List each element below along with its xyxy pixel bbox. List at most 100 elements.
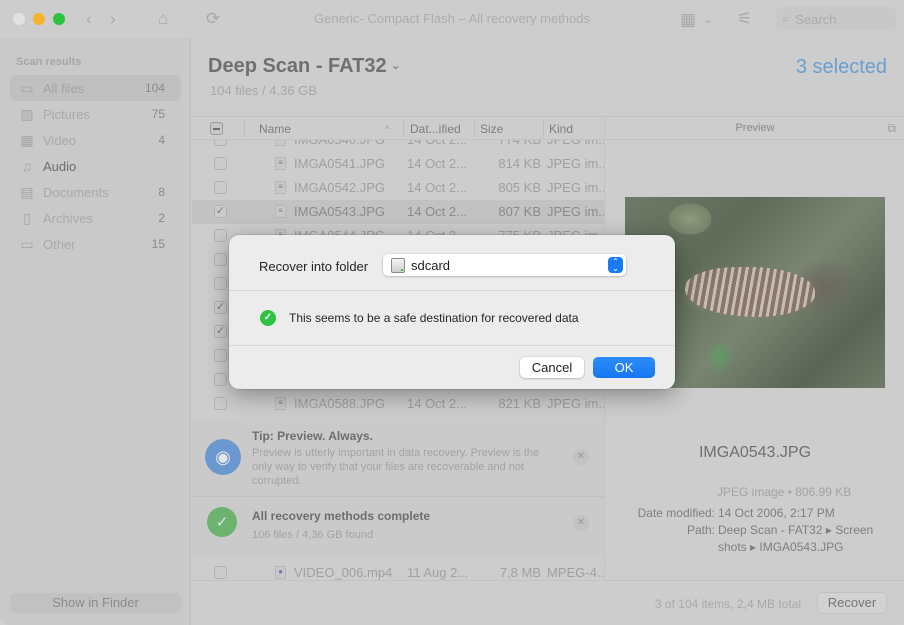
table-row[interactable]: ≡ IMGA0588.JPG 14 Oct 2... 821 KB JPEG im... [192,392,604,416]
column-divider[interactable] [543,121,544,137]
row-checkbox[interactable] [214,253,227,266]
file-date: 14 Oct 2... [407,156,467,171]
app-window: ‹ › ⌂ ⟳ Generic- Compact Flash – All rec… [0,0,904,625]
show-in-finder-button[interactable]: Show in Finder [10,593,181,613]
file-name: VIDEO_006.mp4 [294,565,393,580]
path-label: Path: [686,523,715,537]
row-checkbox[interactable] [214,349,227,362]
date-modified-label: Date modified: [637,506,715,520]
column-date-modified[interactable]: Dat...ified [410,122,461,136]
row-checkbox[interactable]: ✓ [214,301,227,314]
search-field[interactable]: ⌕ Search [776,7,896,31]
scan-title-dropdown[interactable]: Deep Scan - FAT32 ⌄ [208,55,401,78]
file-size: 807 KB [498,204,541,219]
row-checkbox[interactable]: ✓ [214,205,227,218]
column-kind[interactable]: Kind [549,122,573,136]
preview-kind-size: JPEG image • 806.99 KB [717,485,852,499]
row-checkbox[interactable] [214,566,227,579]
row-checkbox[interactable] [214,157,227,170]
preview-header: Preview ⧉ [605,116,904,140]
file-name: IMGA0543.JPG [294,204,386,219]
close-icon[interactable]: ✕ [573,515,589,531]
file-name: IMGA0588.JPG [294,396,386,411]
row-checkbox[interactable] [214,277,227,290]
sidebar-item-pictures[interactable]: ▨ Pictures 75 [10,101,181,127]
table-header: Name ^ Dat...ified Size Kind [192,116,604,140]
sidebar-item-label: Archives [43,210,93,226]
sidebar-item-count: 4 [158,133,165,147]
row-checkbox[interactable] [214,373,227,386]
close-icon[interactable]: ✕ [573,449,589,465]
selected-count[interactable]: 3 selected [796,56,887,79]
destination-folder-select[interactable]: sdcard ⌃ ⌄ [383,254,626,276]
sidebar-item-audio[interactable]: ♫ Audio [10,153,181,179]
sidebar-item-other[interactable]: ▭ Other 15 [10,231,181,257]
table-row[interactable]: ● VIDEO_006.mp4 11 Aug 2... 7,8 MB MPEG-4... [192,561,604,580]
sidebar-list: ▭ All files 104 ▨ Pictures 75 ▦ Video 4 ♫ Audio ▤ Do… [10,75,181,257]
ok-button[interactable]: OK [593,357,655,378]
checkmark-icon: ✓ [207,507,237,537]
table-row[interactable]: ≡ IMGA0541.JPG 14 Oct 2... 814 KB JPEG im... [192,152,604,176]
table-row[interactable]: ✓ ≡ IMGA0543.JPG 14 Oct 2... 807 KB JPEG im..… [192,200,604,224]
eye-icon: ◉ [205,439,241,475]
sidebar-item-label: Audio [43,158,77,174]
safe-destination-message: This seems to be a safe destination for … [289,311,579,325]
title-bar: ‹ › ⌂ ⟳ Generic- Compact Flash – All rec… [0,0,904,38]
column-divider[interactable] [474,121,475,137]
row-checkbox[interactable] [214,397,227,410]
window-title: Generic- Compact Flash – All recovery me… [314,11,590,26]
sidebar-item-documents[interactable]: ▤ Documents 8 [10,179,181,205]
filter-sliders-icon[interactable]: ⚟ [737,9,752,29]
cancel-button[interactable]: Cancel [520,357,584,378]
select-all-checkbox[interactable] [210,122,223,135]
row-checkbox[interactable] [214,140,227,146]
drive-icon [391,257,405,273]
footer-bar: 3 of 104 items, 2,4 MB total Recover [192,580,904,625]
sidebar-item-label: Documents [43,184,109,200]
file-kind: JPEG im... [547,156,604,171]
checkmark-circle-icon: ✓ [260,310,276,326]
sidebar-item-all-files[interactable]: ▭ All files 104 [10,75,181,101]
search-placeholder: Search [795,11,837,27]
sidebar-item-archives[interactable]: ▯ Archives 2 [10,205,181,231]
dropdown-stepper-icon: ⌃ ⌄ [608,257,623,273]
copy-icon[interactable]: ⧉ [887,121,896,135]
column-size[interactable]: Size [480,122,503,136]
row-checkbox[interactable]: ✓ [214,325,227,338]
file-kind: MPEG-4... [547,565,604,580]
scan-summary: 104 files / 4,36 GB [210,83,317,98]
stack-icon: ▭ [20,79,34,96]
view-mode-icon[interactable]: ▦ [680,10,696,30]
file-date: 11 Aug 2... [407,565,469,580]
archive-icon: ▯ [23,209,31,226]
sidebar: Scan results ▭ All files 104 ▨ Pictures 75 ▦ Vi… [0,38,191,625]
file-name: IMGA0542.JPG [294,180,386,195]
selection-status: 3 of 104 items, 2,4 MB total [654,597,801,611]
file-size: 7,8 MB [499,565,541,580]
file-date: 14 Oct 2... [407,180,467,195]
column-name[interactable]: Name [259,122,291,136]
selected-folder: sdcard [411,257,451,273]
tip-title: Tip: Preview. Always. [252,429,373,443]
tip-body: Preview is utterly important in data rec… [252,447,540,487]
image-file-icon: ≡ [275,181,286,194]
column-divider[interactable] [403,121,404,137]
sidebar-item-video[interactable]: ▦ Video 4 [10,127,181,153]
file-date: 14 Oct 2... [407,204,467,219]
image-file-icon: ≡ [275,397,286,410]
chevron-down-icon[interactable]: ⌄ [703,10,712,30]
table-row[interactable]: ≡ IMGA0542.JPG 14 Oct 2... 805 KB JPEG im... [192,176,604,200]
music-note-icon: ♫ [21,158,33,174]
table-row[interactable]: ≡ IMGA0540.JPG 14 Oct 2... 774 KB JPEG im... [192,140,604,152]
row-checkbox[interactable] [214,229,227,242]
recover-button[interactable]: Recover [817,592,887,614]
preview-title: Preview [735,122,775,134]
search-icon: ⌕ [782,11,790,26]
row-checkbox[interactable] [214,181,227,194]
image-file-icon: ≡ [275,140,286,146]
file-name: IMGA0541.JPG [294,156,386,171]
divider [229,345,675,346]
lionfish-shape [685,267,815,317]
date-modified-value: 14 Oct 2006, 2:17 PM [718,506,835,520]
file-name: IMGA0540.JPG [294,140,385,147]
